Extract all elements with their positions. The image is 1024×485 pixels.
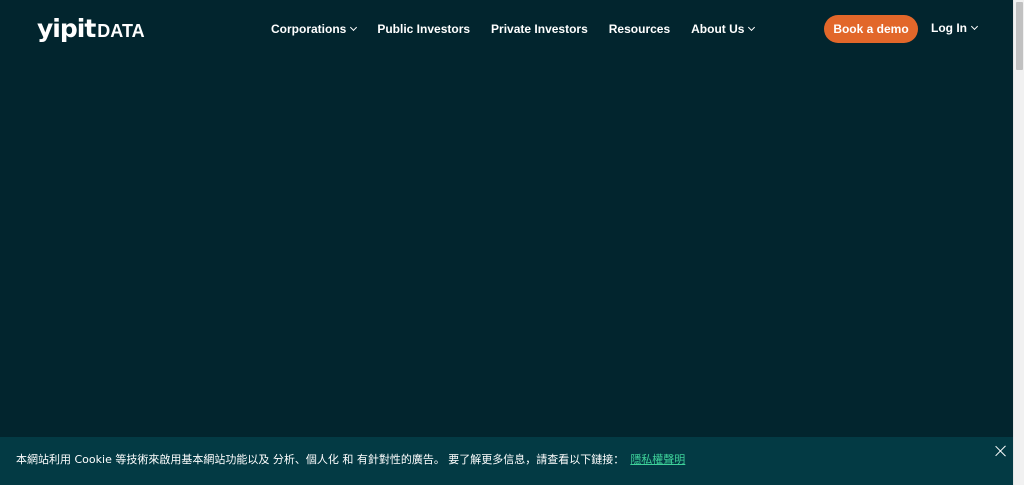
cookie-message: 本網站利用 Cookie 等技術來啟用基本網站功能以及 分析、個人化 和 有針對… <box>16 453 625 466</box>
nav-item-private-investors[interactable]: Private Investors <box>491 22 588 36</box>
nav-item-label: Private Investors <box>491 22 588 36</box>
nav-item-corporations[interactable]: Corporations <box>271 22 358 36</box>
nav-item-label: Public Investors <box>377 22 471 36</box>
close-icon[interactable] <box>994 444 1008 458</box>
book-demo-button[interactable]: Book a demo <box>824 15 918 43</box>
login-menu[interactable]: Log In <box>931 21 979 35</box>
nav-item-label: Resources <box>608 22 671 36</box>
scrollbar-thumb[interactable] <box>1016 2 1023 70</box>
nav-item-label: About Us <box>691 22 745 36</box>
login-label: Log In <box>931 21 967 35</box>
privacy-policy-link[interactable]: 隱私權聲明 <box>630 453 685 466</box>
cookie-banner: 本網站利用 Cookie 等技術來啟用基本網站功能以及 分析、個人化 和 有針對… <box>0 437 1013 485</box>
nav-item-about-us[interactable]: About Us <box>691 22 756 36</box>
nav-item-public-investors[interactable]: Public Investors <box>377 22 470 36</box>
chevron-down-icon <box>748 23 756 32</box>
main-content: yipit DATA Corporations Public Investors… <box>0 0 1013 485</box>
main-nav: Corporations Public Investors Private In… <box>271 21 775 37</box>
logo-wordmark-data: DATA <box>97 21 145 41</box>
vertical-scrollbar[interactable] <box>1013 0 1024 485</box>
logo-wordmark-yipit: yipit <box>37 14 96 43</box>
page: yipit DATA Corporations Public Investors… <box>0 0 1024 485</box>
chevron-down-icon <box>970 22 979 31</box>
chevron-down-icon <box>350 23 358 32</box>
nav-item-label: Corporations <box>271 22 347 36</box>
cookie-banner-text: 本網站利用 Cookie 等技術來啟用基本網站功能以及 分析、個人化 和 有針對… <box>16 453 685 467</box>
nav-item-resources[interactable]: Resources <box>609 22 670 36</box>
logo[interactable]: yipit DATA <box>37 14 145 44</box>
site-header: yipit DATA Corporations Public Investors… <box>0 0 1013 58</box>
